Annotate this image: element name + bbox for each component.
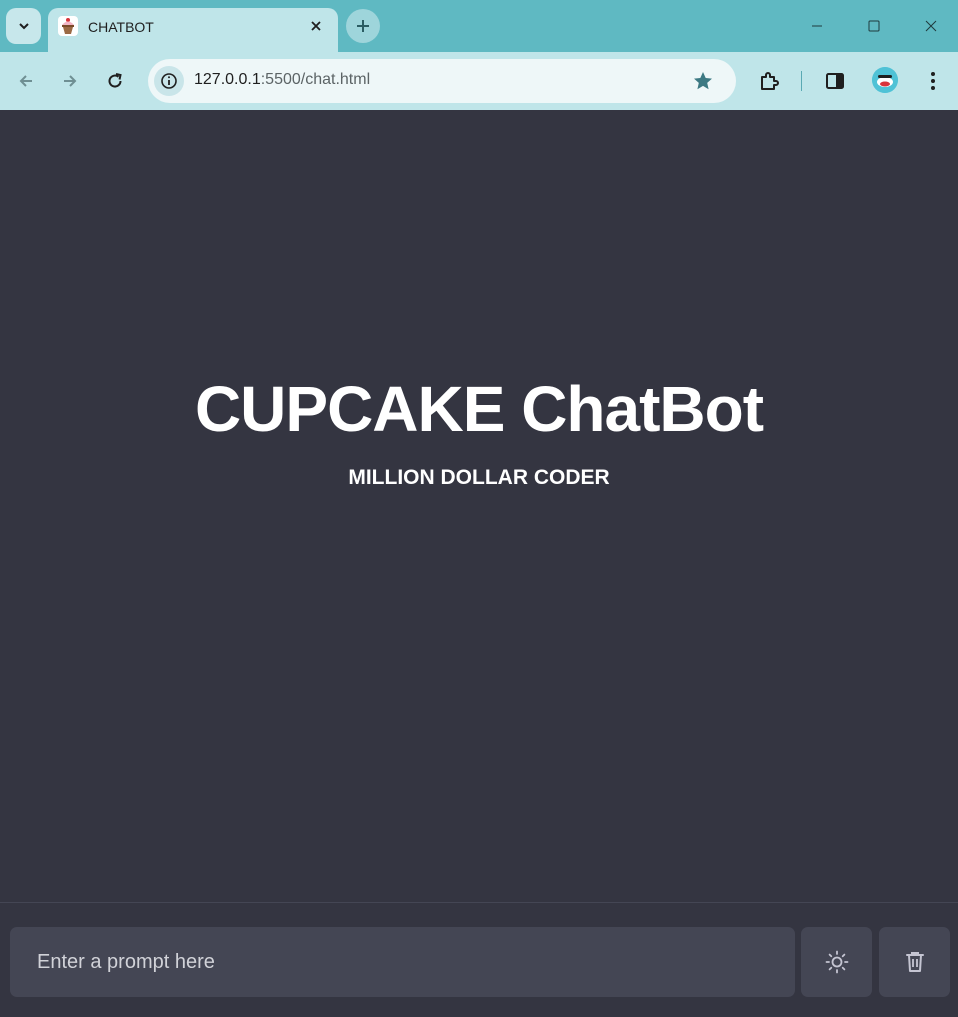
window-close-button[interactable] (916, 12, 946, 40)
toolbar-divider (801, 71, 802, 91)
tab-chatbot[interactable]: CHATBOT (48, 8, 338, 52)
profile-avatar[interactable] (872, 67, 898, 93)
minimize-icon (812, 25, 822, 27)
url-host: 127.0.0.1 (194, 71, 261, 88)
page-title: CUPCAKE ChatBot (194, 373, 764, 445)
input-divider (0, 902, 958, 903)
plus-icon (357, 20, 369, 32)
kebab-menu-icon (931, 72, 935, 90)
reload-button[interactable] (98, 64, 132, 98)
tab-title: CHATBOT (88, 19, 154, 35)
info-icon (161, 73, 177, 89)
extensions-button[interactable] (752, 64, 786, 98)
tab-close-button[interactable] (306, 16, 326, 36)
address-bar[interactable]: 127.0.0.1:5500/chat.html (148, 59, 736, 103)
maximize-icon (868, 20, 880, 32)
forward-button[interactable] (53, 64, 87, 98)
window-close-icon (925, 20, 937, 32)
tab-strip: CHATBOT (0, 0, 958, 52)
theme-toggle-button[interactable] (801, 927, 872, 997)
cupcake-icon (58, 16, 78, 36)
prompt-input[interactable] (35, 949, 779, 975)
minimize-button[interactable] (802, 12, 832, 40)
reload-icon (108, 73, 122, 88)
bookmark-button[interactable] (691, 69, 715, 93)
sun-icon (825, 950, 848, 974)
delete-chat-button[interactable] (879, 927, 950, 997)
tab-search-button[interactable] (6, 8, 41, 44)
browser-toolbar: 127.0.0.1:5500/chat.html (0, 52, 958, 110)
browser-menu-button[interactable] (916, 64, 950, 98)
maximize-button[interactable] (859, 12, 889, 40)
new-tab-button[interactable] (346, 9, 380, 43)
trash-icon (905, 952, 924, 972)
side-panel-icon (826, 73, 844, 89)
side-panel-button[interactable] (818, 64, 852, 98)
chevron-down-icon (18, 23, 29, 30)
star-icon (694, 72, 712, 90)
page-subtitle: MILLION DOLLAR CODER (348, 466, 610, 489)
back-button[interactable] (9, 64, 43, 98)
chat-page: CUPCAKE ChatBot MILLION DOLLAR CODER (0, 110, 958, 1017)
puzzle-icon (761, 72, 779, 90)
avatar-icon (872, 67, 898, 93)
back-arrow-icon (19, 75, 32, 87)
forward-arrow-icon (64, 75, 77, 87)
url-text[interactable]: 127.0.0.1:5500/chat.html (194, 71, 370, 89)
prompt-box[interactable] (10, 927, 795, 997)
close-icon (311, 21, 321, 31)
site-info-button[interactable] (154, 66, 184, 96)
url-path: :5500/chat.html (260, 71, 371, 88)
